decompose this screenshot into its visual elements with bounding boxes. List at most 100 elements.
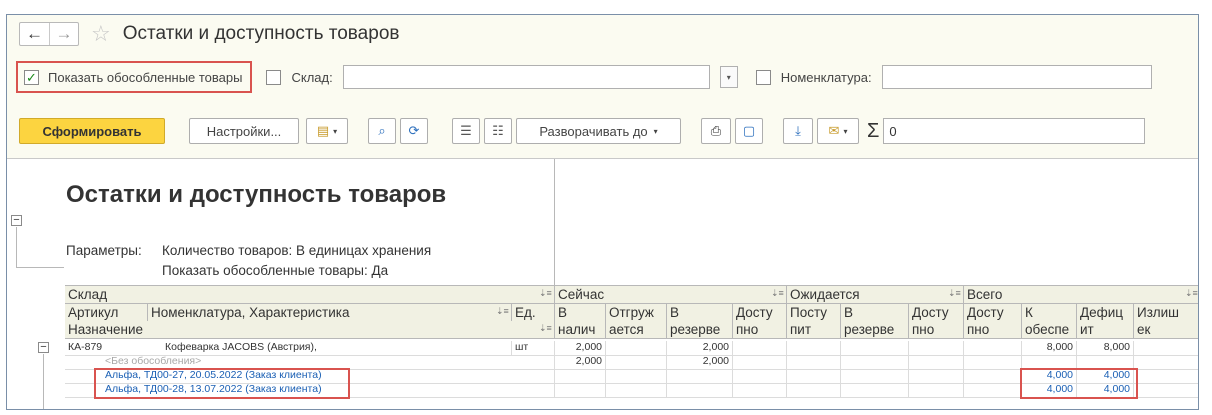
header-expected-available[interactable]: Досту пно — [909, 304, 963, 338]
chevron-down-icon: ▾ — [726, 72, 731, 82]
param-isolated: Показать обособленные товары: Да — [162, 263, 389, 278]
download-icon: ⤓ — [795, 123, 801, 138]
nav-buttons: ← → — [19, 22, 79, 46]
header-deficit-line1: Дефиц — [1080, 305, 1124, 320]
chevron-down-icon: ▾ — [653, 126, 658, 136]
header-warehouse[interactable]: Склад — [65, 286, 107, 303]
preview-button[interactable]: ▢ — [735, 118, 763, 144]
header-deficit-line2: ит — [1080, 322, 1094, 337]
row-nomenclature[interactable]: Кофеварка JACOBS (Австрия), — [165, 341, 511, 354]
row-col-line — [963, 341, 964, 397]
row-col-line — [511, 341, 512, 355]
row-in-stock: 2,000 — [575, 341, 602, 353]
search-icon: ⌕ — [378, 123, 386, 138]
header-unit[interactable]: Ед. — [512, 304, 554, 321]
expand-icon: ☷ — [492, 123, 504, 138]
sort-icon: ⇣≡ — [771, 288, 784, 298]
report-spreadsheet[interactable]: − Остатки и доступность товаров Параметр… — [7, 158, 1198, 409]
warehouse-dropdown-button[interactable]: ▾ — [719, 66, 738, 88]
search-next-button[interactable]: ⟳ — [400, 118, 428, 144]
sort-icon: ⇣≡ — [1185, 288, 1198, 298]
header-total-available-line2: пно — [967, 322, 990, 337]
warehouse-label: Склад: — [291, 69, 333, 85]
header-available[interactable]: Досту пно — [733, 304, 786, 338]
back-button[interactable]: ← — [20, 23, 49, 45]
header-deficit[interactable]: Дефиц ит — [1077, 304, 1133, 338]
print-button[interactable]: ⎙ — [701, 118, 731, 144]
header-surplus[interactable]: Излиш ек — [1134, 304, 1198, 338]
title-separator — [554, 159, 555, 285]
row-purpose-none: <Без обособления> — [105, 355, 202, 367]
window-titlebar: ← → ☆ Остатки и доступность товаров — [7, 15, 1198, 53]
warehouse-input[interactable] — [342, 65, 710, 89]
envelope-icon: ✉ — [828, 123, 840, 138]
header-expected[interactable]: Ожидается — [787, 286, 860, 303]
highlight-box — [94, 368, 350, 399]
show-isolated-label: Показать обособленные товары — [48, 69, 243, 85]
header-reserve[interactable]: Врезерве — [667, 304, 732, 338]
header-total[interactable]: Всего — [964, 286, 1002, 303]
group-line — [43, 354, 44, 409]
row-unit: шт — [515, 341, 529, 353]
nomenclature-label: Номенклатура: — [780, 69, 872, 85]
header-nomenclature[interactable]: Номенклатура, Характеристика — [148, 304, 494, 321]
window-title: Остатки и доступность товаров — [122, 23, 400, 44]
search-button[interactable]: ⌕ — [368, 118, 396, 144]
params-label: Параметры: — [66, 243, 142, 258]
header-to-provide[interactable]: Кобеспе — [1022, 304, 1076, 338]
expand-to-button[interactable]: Разворачивать до ▾ — [516, 118, 681, 144]
header-expected-available-line2: пно — [912, 322, 935, 337]
folder-icon: ▤ — [316, 123, 330, 138]
header-incoming[interactable]: Посту пит — [787, 304, 840, 338]
nomenclature-input[interactable] — [881, 65, 1152, 89]
header-available-line2: пно — [736, 322, 759, 337]
header-in-stock-line1: В — [558, 305, 568, 320]
header-line — [65, 338, 1198, 339]
header-in-stock[interactable]: Вналич — [555, 304, 605, 338]
nomenclature-filter: Номенклатура: — [755, 65, 1152, 89]
sum-field: 0 — [883, 118, 1146, 144]
header-now[interactable]: Сейчас — [555, 286, 604, 303]
report-toolbar: Сформировать Настройки... ▤ ▾ ⌕ ⟳ ☰ ☷ Ра… — [7, 115, 1198, 147]
arrow-right-icon: → — [55, 24, 73, 43]
generate-button[interactable]: Сформировать — [19, 118, 165, 144]
header-article[interactable]: Артикул — [65, 304, 147, 321]
row-col-line — [908, 341, 909, 397]
header-surplus-line2: ек — [1137, 322, 1151, 337]
sum-icon: Σ — [867, 119, 880, 142]
row-in-stock: 2,000 — [575, 355, 602, 367]
variant-menu-button[interactable]: ▤ ▾ — [306, 118, 348, 144]
group-line — [16, 227, 17, 267]
group-line — [16, 267, 64, 268]
header-total-available[interactable]: Досту пно — [964, 304, 1021, 338]
row-col-line — [605, 341, 606, 397]
header-shipped[interactable]: Отгруж ается — [606, 304, 666, 338]
report-window: ← → ☆ Остатки и доступность товаров ✓ По… — [6, 14, 1199, 410]
collapse-groups-button[interactable]: ☰ — [452, 118, 480, 144]
send-menu-button[interactable]: ✉ ▾ — [817, 118, 859, 144]
collapse-row-toggle[interactable]: − — [38, 342, 49, 353]
header-expected-reserve[interactable]: Врезерве — [841, 304, 908, 338]
show-isolated-checkbox[interactable]: ✓ — [24, 69, 39, 85]
settings-button[interactable]: Настройки... — [189, 118, 299, 144]
sort-icon: ⇣≡ — [948, 288, 961, 298]
nomenclature-checkbox[interactable] — [755, 69, 771, 85]
row-deficit: 8,000 — [1103, 341, 1130, 353]
save-button[interactable]: ⤓ — [783, 118, 813, 144]
header-purpose[interactable]: Назначение — [65, 321, 143, 338]
collapse-header-toggle[interactable]: − — [11, 215, 22, 226]
warehouse-checkbox[interactable] — [266, 69, 282, 85]
expand-groups-button[interactable]: ☷ — [484, 118, 512, 144]
row-article[interactable]: КА-879 — [68, 341, 146, 354]
forward-button[interactable]: → — [49, 23, 78, 45]
favorite-star-icon[interactable]: ☆ — [91, 23, 111, 45]
sort-icon: ⇣≡ — [539, 323, 552, 333]
header-reserve-line2: резерве — [670, 322, 721, 337]
header-incoming-line1: Посту — [790, 305, 828, 320]
header-shipped-line2: ается — [609, 322, 644, 337]
collapse-icon: ☰ — [460, 123, 472, 138]
sort-icon: ⇣≡ — [496, 306, 509, 316]
sort-icon: ⇣≡ — [539, 288, 552, 298]
arrow-left-icon: ← — [26, 24, 43, 43]
header-expected-reserve-line2: резерве — [844, 322, 895, 337]
